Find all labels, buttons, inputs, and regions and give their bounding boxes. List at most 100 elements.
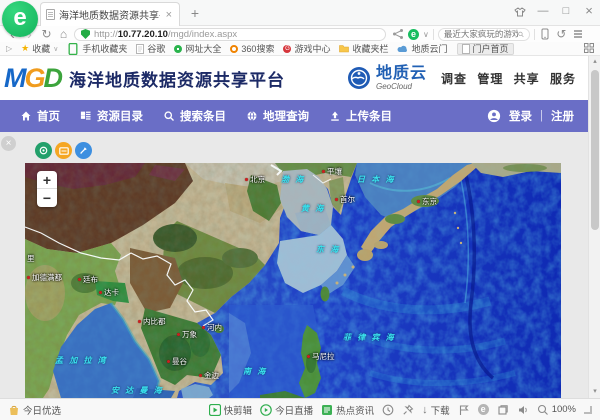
- map-city-label: 曼谷: [167, 358, 187, 366]
- map-canvas[interactable]: + − 北京 平壤 首尔 东京 加德满都 廷布 达卡 内比都 河内 万象 曼谷 …: [25, 163, 561, 398]
- reload-button[interactable]: ↻: [38, 27, 55, 41]
- resize-grip[interactable]: [584, 406, 592, 414]
- bookmark-item[interactable]: 收藏夹栏: [339, 42, 388, 55]
- nav-item-search[interactable]: 搜索条目: [163, 108, 226, 124]
- toolbar-right: e ∨ ↺: [392, 27, 584, 41]
- download-arrow-icon: ↓: [422, 404, 428, 416]
- zoom-out-button[interactable]: −: [37, 189, 57, 207]
- draw-tool-button[interactable]: [75, 142, 92, 159]
- speaker-icon[interactable]: [517, 404, 529, 416]
- quick-clip-button[interactable]: 快剪辑: [209, 403, 253, 417]
- scrollbar-thumb[interactable]: [591, 70, 599, 230]
- page-scrollbar[interactable]: ▴ ▾: [588, 56, 600, 398]
- register-link[interactable]: 注册: [551, 108, 574, 124]
- divider: [433, 29, 434, 40]
- map-sea-label: 日 本 海: [357, 176, 395, 184]
- browser-window: e 海洋地质数据资源共享平台 × + — □ × ‹ › ↻ ⌂ http://…: [0, 0, 600, 420]
- bookmark-item[interactable]: 网址大全: [174, 42, 221, 55]
- browser-toolbar: ‹ › ↻ ⌂ http://10.77.20.10/mgd/index.asp…: [0, 26, 600, 42]
- content-area: ×: [0, 132, 588, 398]
- scroll-up-icon[interactable]: ▴: [589, 56, 600, 68]
- browser-tab[interactable]: 海洋地质数据资源共享平台 ×: [40, 2, 180, 26]
- skin-icon[interactable]: [513, 5, 527, 17]
- minimize-button[interactable]: —: [536, 3, 550, 19]
- tab-close-icon[interactable]: ×: [164, 9, 174, 21]
- window-icon[interactable]: [497, 404, 509, 416]
- tab-bar: e 海洋地质数据资源共享平台 × + — □ ×: [0, 0, 600, 26]
- nav-item-geo-query[interactable]: 地理查询: [246, 108, 309, 124]
- clip-play-icon: [209, 404, 221, 416]
- mobile-phone-icon[interactable]: [539, 28, 551, 40]
- zoom-level: 100%: [552, 404, 576, 415]
- chevron-down-icon[interactable]: ∨: [423, 30, 429, 39]
- share-icon[interactable]: [392, 28, 404, 40]
- bookmarks-grid-icon[interactable]: [584, 43, 594, 55]
- window-controls: — □ ×: [513, 3, 596, 19]
- auth-divider: |: [540, 110, 543, 122]
- geocloud-name: 地质云: [376, 66, 427, 82]
- map-city-label: 金边: [199, 372, 219, 380]
- bookmark-favorites[interactable]: ★ 收藏 ∨: [21, 42, 58, 55]
- web-page: MGD 海洋地质数据资源共享平台 地质云 GeoCloud 调查 管理 共享 服…: [0, 56, 600, 398]
- new-tab-button[interactable]: +: [186, 5, 204, 21]
- folder-icon: [339, 44, 349, 53]
- close-panel-icon[interactable]: ×: [1, 136, 16, 151]
- home-button[interactable]: ⌂: [55, 27, 72, 41]
- daily-picks-button[interactable]: 今日优选: [8, 403, 61, 417]
- close-button[interactable]: ×: [582, 3, 596, 19]
- restore-tab-icon[interactable]: ↺: [555, 27, 568, 41]
- speed-mode-icon[interactable]: e: [408, 29, 419, 40]
- legend-tool-button[interactable]: [55, 142, 72, 159]
- maximize-button[interactable]: □: [559, 3, 573, 19]
- search-input[interactable]: [444, 29, 518, 39]
- list-icon: [80, 110, 92, 122]
- hot-news-button[interactable]: 热点资讯: [321, 403, 374, 417]
- map-city-label: 内比都: [138, 318, 166, 326]
- flag-icon[interactable]: [458, 404, 470, 416]
- browser-task-icon[interactable]: e: [478, 404, 489, 415]
- upload-icon: [329, 110, 341, 122]
- map-sea-label: 菲 律 宾 海: [343, 334, 396, 342]
- login-link[interactable]: 登录: [509, 108, 532, 124]
- map-sea-label: 渤 海: [281, 176, 305, 184]
- nav-item-catalog[interactable]: 资源目录: [80, 108, 143, 124]
- pin-icon[interactable]: [402, 404, 414, 416]
- map-city-label: 达卡: [99, 289, 119, 297]
- site-title: 海洋地质数据资源共享平台: [69, 66, 285, 91]
- scroll-down-icon[interactable]: ▾: [589, 386, 600, 398]
- search-icon: [163, 110, 175, 122]
- bag-icon: [8, 404, 20, 416]
- map-city-label: 万象: [177, 331, 197, 339]
- magnifier-icon: [537, 404, 549, 416]
- bookmark-item[interactable]: 地质云门: [397, 42, 447, 55]
- mgd-logo: MGD: [4, 63, 61, 94]
- search-icon[interactable]: [518, 30, 524, 39]
- news-icon: [321, 404, 333, 416]
- cloud-icon: [397, 45, 408, 53]
- menu-icon[interactable]: [572, 28, 584, 40]
- live-today-button[interactable]: 今日直播: [260, 403, 313, 417]
- bookmark-item[interactable]: G 游戏中心: [283, 42, 330, 55]
- tab-favicon-icon: [46, 9, 55, 20]
- site-safety-shield-icon[interactable]: [81, 29, 90, 39]
- bookmark-item[interactable]: 谷歌: [136, 42, 165, 55]
- bookmark-item[interactable]: 360搜索: [230, 42, 274, 55]
- bookmark-item-portal-home[interactable]: 门户首页: [457, 43, 514, 55]
- zoom-in-button[interactable]: +: [37, 171, 57, 189]
- bookmarks-expand-icon[interactable]: ▷: [6, 44, 12, 53]
- address-bar[interactable]: http://10.77.20.10/mgd/index.aspx: [74, 28, 386, 41]
- nav-item-upload[interactable]: 上传条目: [329, 108, 392, 124]
- page-zoom-control[interactable]: 100%: [537, 404, 576, 416]
- tab-title: 海洋地质数据资源共享平台: [59, 7, 160, 22]
- quick-search-box[interactable]: [438, 28, 530, 41]
- history-icon[interactable]: [382, 404, 394, 416]
- browser-logo-icon[interactable]: e: [2, 1, 38, 37]
- map-city-label: 东京: [417, 198, 437, 206]
- download-button[interactable]: ↓ 下载: [422, 403, 450, 417]
- bookmark-item[interactable]: 手机收藏夹: [67, 42, 127, 55]
- layers-tool-button[interactable]: [35, 142, 52, 159]
- doc-icon: [462, 44, 470, 54]
- main-nav: 首页 资源目录 搜索条目 地理查询 上传条目 登录 | 注: [0, 100, 588, 132]
- nav-item-home[interactable]: 首页: [20, 108, 60, 124]
- map-city-label: 马尼拉: [307, 353, 335, 361]
